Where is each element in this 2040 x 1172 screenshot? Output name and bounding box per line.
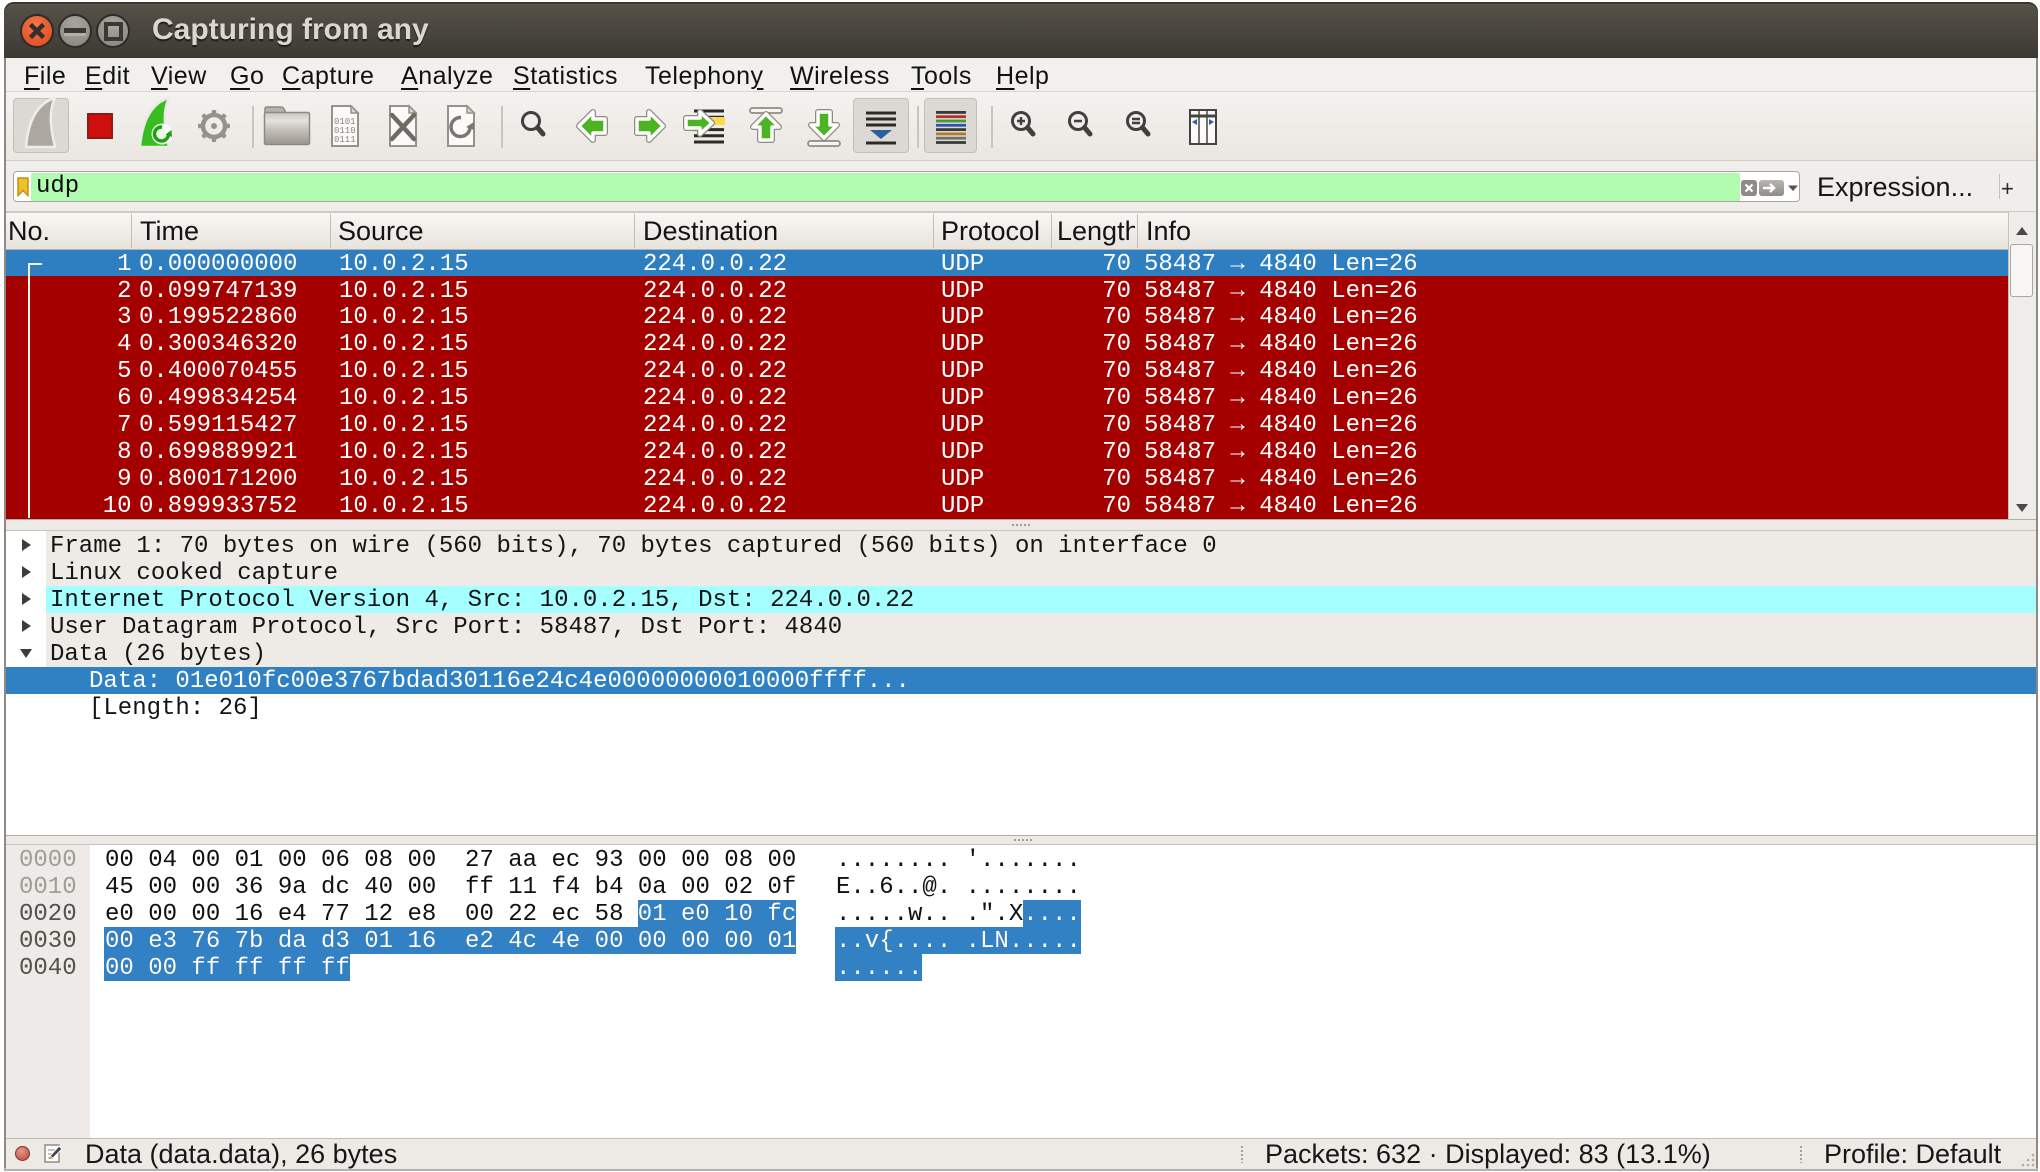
svg-text:0111: 0111 — [334, 135, 356, 145]
